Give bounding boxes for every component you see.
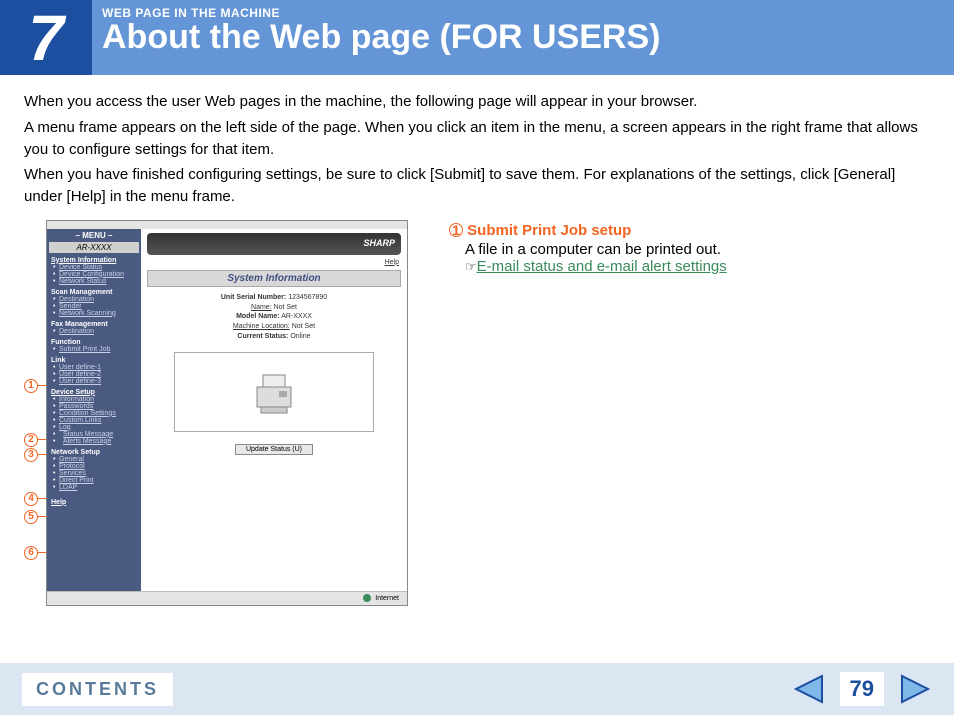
embedded-screenshot: – MENU – AR-XXXX System Information Devi… xyxy=(46,220,408,606)
intro-p1: When you access the user Web pages in th… xyxy=(24,91,930,113)
page-footer: CONTENTS 79 xyxy=(0,663,954,715)
next-page-button[interactable] xyxy=(898,674,932,704)
email-settings-link[interactable]: E-mail status and e-mail alert settings xyxy=(477,258,727,275)
globe-icon xyxy=(363,594,371,602)
info-item-1-title: 1 Submit Print Job setup xyxy=(449,222,727,239)
printer-icon xyxy=(249,367,299,417)
info-item-1-number: 1 xyxy=(449,223,463,237)
browser-status-bar: Internet xyxy=(47,591,407,605)
update-status-button: Update Status (U) xyxy=(235,444,313,455)
pointer-icon: ☞ xyxy=(465,259,477,274)
page-number: 79 xyxy=(840,672,884,706)
intro-paragraphs: When you access the user Web pages in th… xyxy=(0,75,954,220)
prev-page-button[interactable] xyxy=(792,674,826,704)
contents-button[interactable]: CONTENTS xyxy=(22,673,173,706)
menu-frame: – MENU – AR-XXXX System Information Devi… xyxy=(47,229,141,591)
chapter-title: About the Web page (FOR USERS) xyxy=(102,18,660,57)
screenshot-wrapper: 1 2 3 4 5 6 – MENU – AR-XXXX System Info… xyxy=(24,220,409,606)
header-text-block: WEB PAGE IN THE MACHINE About the Web pa… xyxy=(92,0,660,75)
intro-p3: When you have finished configuring setti… xyxy=(24,164,930,208)
chapter-header: 7 WEB PAGE IN THE MACHINE About the Web … xyxy=(0,0,954,75)
info-panel: 1 Submit Print Job setup A file in a com… xyxy=(409,220,727,606)
content-frame: SHARP Help System Information Unit Seria… xyxy=(141,229,407,459)
intro-p2: A menu frame appears on the left side of… xyxy=(24,117,930,161)
info-item-1-desc: A file in a computer can be printed out. xyxy=(465,241,727,258)
printer-illustration xyxy=(174,352,374,432)
chapter-number: 7 xyxy=(0,0,92,75)
